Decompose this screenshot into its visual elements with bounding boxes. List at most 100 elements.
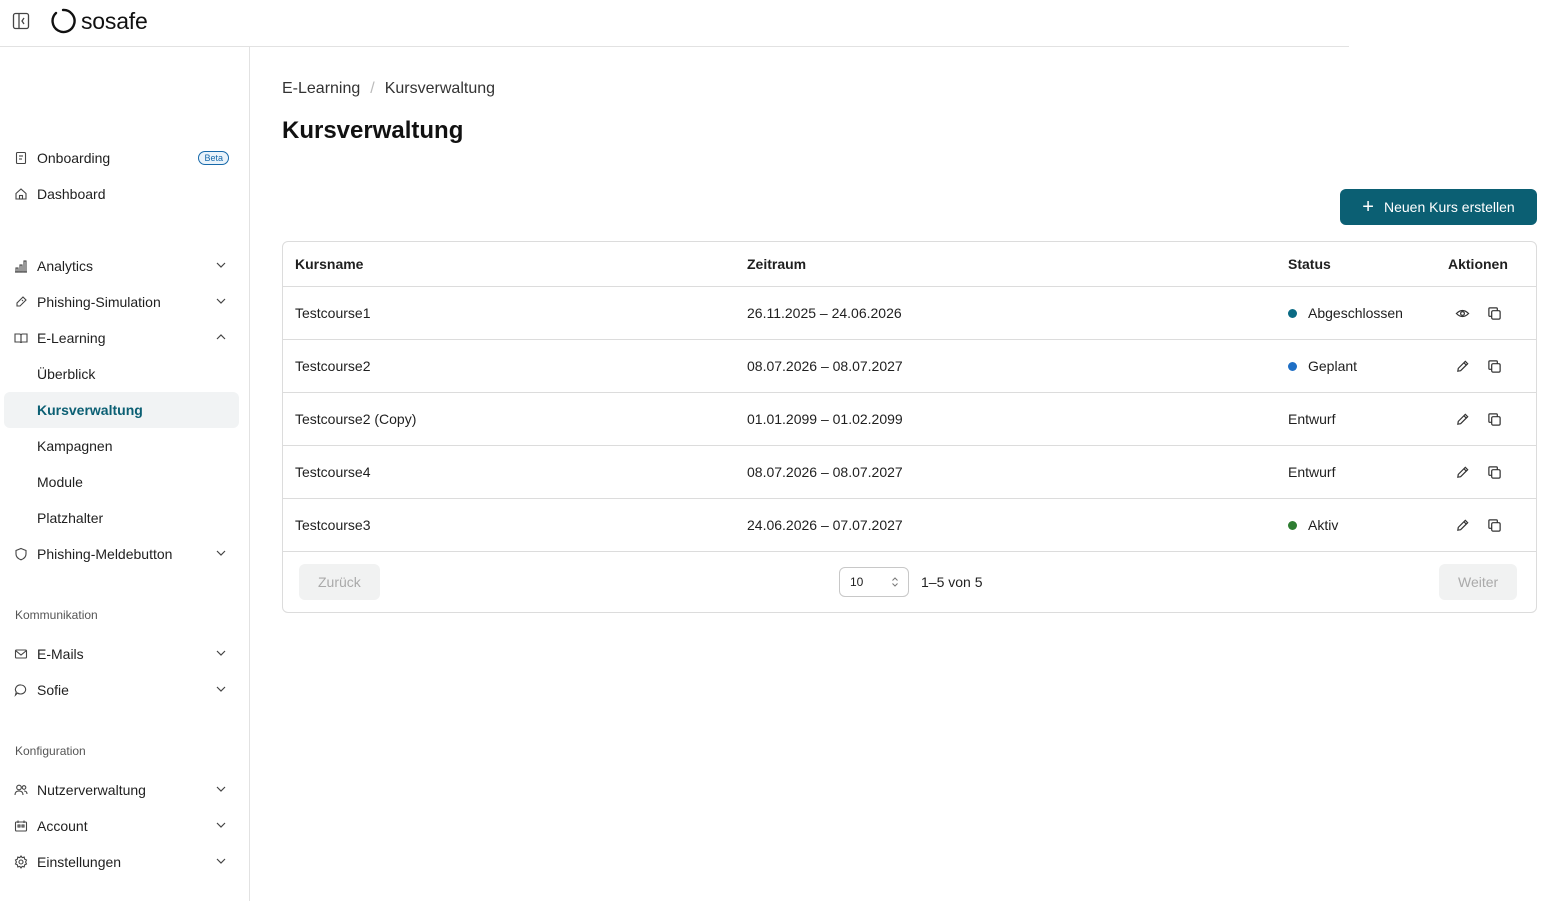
sidebar-item-label: Dashboard [37,186,106,202]
sidebar-item-label: Phishing-Meldebutton [37,546,173,562]
copy-icon[interactable] [1485,516,1503,534]
bar-chart-icon [14,259,28,273]
sidebar-item-analytics[interactable]: Analytics [4,248,239,284]
column-header-kursname[interactable]: Kursname [295,242,363,286]
shield-icon [14,547,28,561]
beta-badge: Beta [198,151,229,165]
copy-icon[interactable] [1485,463,1503,481]
status-badge: Entwurf [1288,446,1335,498]
course-name: Testcourse2 [295,358,371,374]
table-row[interactable]: Testcourse2 08.07.2026 – 08.07.2027 Gepl… [283,340,1536,393]
course-table: Kursname Zeitraum Status Aktionen Testco… [282,241,1537,613]
breadcrumb-link-e-learning[interactable]: E-Learning [282,80,360,98]
pagination-range: 1–5 von 5 [921,574,983,590]
table-row[interactable]: Testcourse3 24.06.2026 – 07.07.2027 Akti… [283,499,1536,552]
table-header-row: Kursname Zeitraum Status Aktionen [283,242,1536,287]
sidebar-item-label: Kursverwaltung [37,402,143,418]
status-badge: Geplant [1288,340,1357,392]
copy-icon[interactable] [1485,304,1503,322]
copy-icon[interactable] [1485,357,1503,375]
pencil-icon[interactable] [1453,516,1471,534]
sidebar-item-kampagnen[interactable]: Kampagnen [4,428,239,464]
course-name: Testcourse3 [295,517,371,533]
course-period: 08.07.2026 – 08.07.2027 [747,464,903,480]
sidebar-item-label: Phishing-Simulation [37,294,161,310]
pencil-icon[interactable] [1453,357,1471,375]
sidebar-item-label: Sofie [37,682,69,698]
breadcrumb: E-Learning / Kursverwaltung [282,80,495,98]
pencil-icon[interactable] [1453,410,1471,428]
chevron-down-icon [216,822,226,828]
table-row[interactable]: Testcourse2 (Copy) 01.01.2099 – 01.02.20… [283,393,1536,446]
chevron-down-icon [216,786,226,792]
row-actions [1453,499,1503,551]
logo-text: sosafe [81,7,148,34]
table-row[interactable]: Testcourse1 26.11.2025 – 24.06.2026 Abge… [283,287,1536,340]
next-page-button[interactable]: Weiter [1439,564,1518,600]
page-size-value: 10 [850,575,864,589]
sidebar-item-label: Account [37,818,88,834]
sidebar-item-onboarding[interactable]: Onboarding Beta [4,140,239,176]
breadcrumb-current: Kursverwaltung [384,80,496,97]
status-dot [1288,520,1297,530]
table-row[interactable]: Testcourse4 08.07.2026 – 08.07.2027 Entw… [283,446,1536,499]
course-period: 08.07.2026 – 08.07.2027 [747,358,903,374]
sidebar-item-platzhalter[interactable]: Platzhalter [4,500,239,536]
building-icon [14,819,28,833]
sosafe-logo[interactable]: sosafe [50,8,148,34]
select-arrows-icon [892,577,898,587]
previous-page-button[interactable]: Zurück [299,564,380,600]
pencil-icon[interactable] [1453,463,1471,481]
column-header-zeitraum[interactable]: Zeitraum [747,242,806,286]
chat-bubble-icon [14,683,28,697]
page-size-select[interactable]: 10 [839,567,909,597]
chevron-down-icon [216,686,226,692]
status-text: Entwurf [1288,464,1336,480]
sidebar-item-sofie[interactable]: Sofie [4,672,239,708]
course-period: 26.11.2025 – 24.06.2026 [747,305,902,321]
sidebar-item-nutzerverwaltung[interactable]: Nutzerverwaltung [4,772,239,808]
sidebar-item-dashboard[interactable]: Dashboard [4,176,239,212]
status-badge: Aktiv [1288,499,1338,551]
create-course-label: Neuen Kurs erstellen [1383,199,1515,215]
sidebar-item-kursverwaltung[interactable]: Kursverwaltung [4,392,239,428]
status-dot [1288,361,1297,371]
sidebar-item-ueberblick[interactable]: Überblick [4,356,239,392]
create-course-button[interactable]: + Neuen Kurs erstellen [1340,189,1537,225]
sidebar-item-e-mails[interactable]: E-Mails [4,636,239,672]
users-icon [14,783,28,797]
section-label-kommunikation: Kommunikation [15,608,98,622]
sidebar-item-einstellungen[interactable]: Einstellungen [4,844,239,880]
course-period: 24.06.2026 – 07.07.2027 [747,517,903,533]
status-badge: Abgeschlossen [1288,287,1403,339]
breadcrumb-separator: / [370,80,375,97]
sidebar-item-label: Überblick [37,366,96,382]
chevron-down-icon [216,858,226,864]
sidebar-item-label: Module [37,474,83,490]
copy-icon[interactable] [1485,410,1503,428]
book-icon [14,331,28,345]
status-text: Aktiv [1308,517,1339,533]
sidebar-item-phishing-simulation[interactable]: Phishing-Simulation [4,284,239,320]
column-header-aktionen: Aktionen [1448,256,1508,272]
sidebar-item-account[interactable]: Account [4,808,239,844]
logo-mark-icon [51,8,76,34]
sidebar-item-label: Analytics [37,258,94,274]
row-actions [1453,340,1503,392]
sidebar-item-phishing-meldebutton[interactable]: Phishing-Meldebutton [4,536,239,572]
eye-icon[interactable] [1453,304,1471,322]
sidebar-item-e-learning[interactable]: E-Learning [4,320,239,356]
chevron-up-icon [216,334,226,340]
sidebar-item-label: Kampagnen [37,438,113,454]
sidebar-toggle-icon[interactable] [12,12,30,30]
plus-icon: + [1362,196,1374,218]
chevron-down-icon [216,298,226,304]
sidebar-item-module[interactable]: Module [4,464,239,500]
course-name: Testcourse4 [295,464,371,480]
column-header-status[interactable]: Status [1288,242,1331,286]
chevron-down-icon [216,262,226,268]
gear-icon [14,855,28,869]
sidebar: Onboarding Beta Dashboard Analytics Phis… [0,47,250,901]
chevron-down-icon [216,650,226,656]
page-title: Kursverwaltung [282,117,464,144]
